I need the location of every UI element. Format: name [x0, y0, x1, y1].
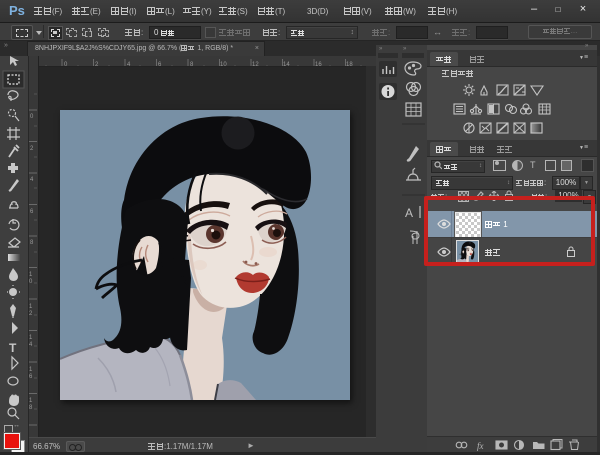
svg-text:1: 1 — [29, 398, 33, 404]
svg-text:A: A — [405, 206, 413, 220]
svg-text:8: 8 — [30, 240, 34, 246]
svg-text:8: 8 — [190, 62, 194, 67]
svg-text:0: 0 — [64, 62, 68, 67]
svg-text:6: 6 — [30, 209, 34, 215]
svg-text:1: 1 — [29, 272, 33, 278]
svg-text:1: 1 — [29, 367, 33, 373]
svg-text:10: 10 — [220, 62, 227, 67]
svg-text:2: 2 — [30, 146, 34, 152]
svg-text:T: T — [9, 341, 17, 355]
svg-text:6: 6 — [29, 374, 33, 380]
svg-text:4: 4 — [30, 177, 34, 183]
svg-text:fx: fx — [477, 441, 484, 451]
svg-text:8: 8 — [29, 405, 33, 411]
svg-text:6: 6 — [158, 62, 162, 67]
svg-text:18: 18 — [346, 62, 353, 67]
svg-text:4: 4 — [29, 342, 33, 348]
svg-text:2: 2 — [29, 311, 33, 317]
svg-text:16: 16 — [315, 62, 322, 67]
svg-text:2: 2 — [95, 62, 99, 67]
svg-text:12: 12 — [252, 62, 259, 67]
svg-text:0: 0 — [30, 114, 34, 120]
svg-text:4: 4 — [127, 62, 131, 67]
svg-text:1: 1 — [29, 304, 33, 310]
svg-text:1: 1 — [29, 335, 33, 341]
svg-text:0: 0 — [29, 279, 33, 285]
svg-text:14: 14 — [283, 62, 290, 67]
